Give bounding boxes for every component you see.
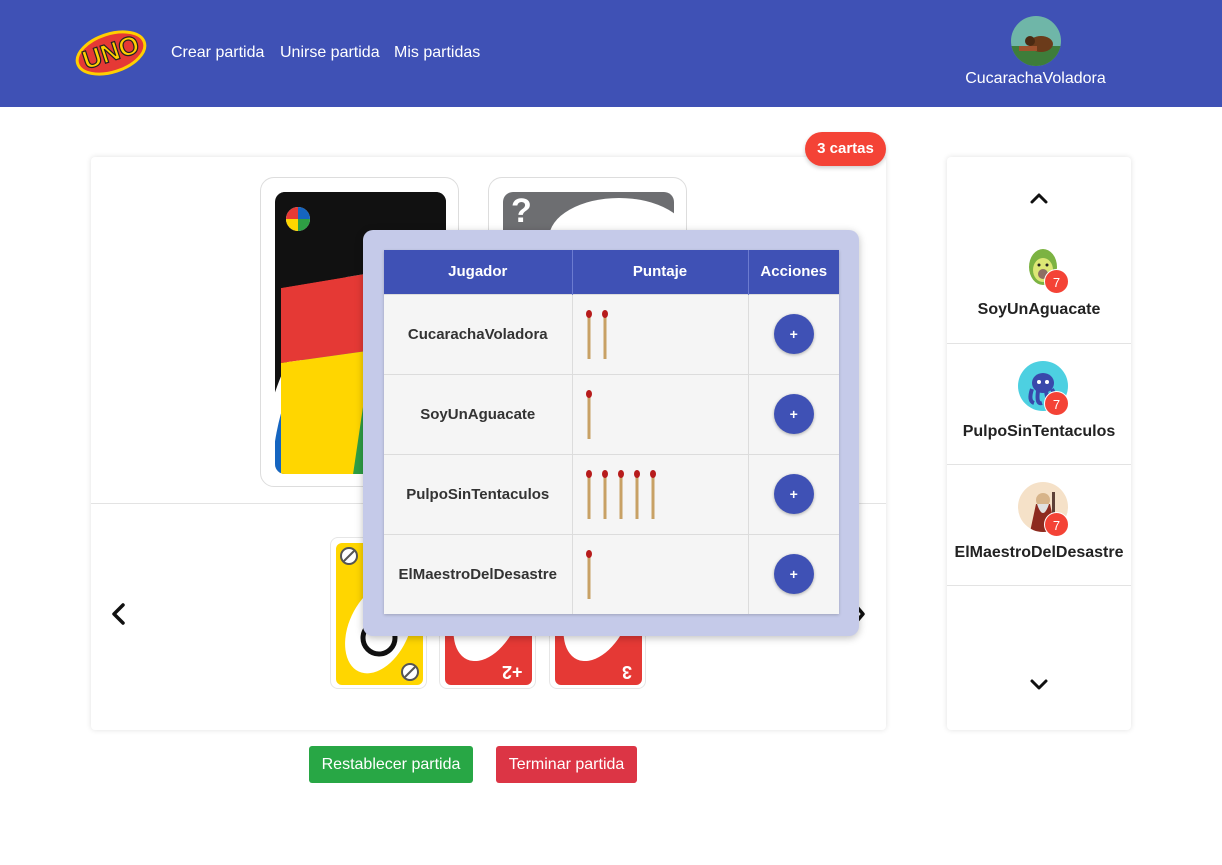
- score-row: ElMaestroDelDesastre +: [384, 533, 839, 614]
- matchstick-icon: [649, 470, 656, 519]
- header-player: Jugador: [384, 250, 573, 294]
- player-slot[interactable]: 7 ElMaestroDelDesastre: [947, 464, 1131, 585]
- player-slot[interactable]: 7 SoyUnAguacate: [947, 222, 1131, 343]
- player-name: SoyUnAguacate: [977, 301, 1101, 318]
- player-name: PulpoSinTentaculos: [962, 423, 1116, 440]
- score-player-name: SoyUnAguacate: [384, 373, 573, 454]
- score-matches: [572, 453, 749, 534]
- end-game-button[interactable]: Terminar partida: [496, 746, 637, 783]
- nav-my-games[interactable]: Mis partidas: [394, 44, 480, 62]
- add-point-button[interactable]: +: [773, 394, 814, 434]
- matchstick-icon: [601, 310, 608, 359]
- nav-create-game[interactable]: Crear partida: [171, 44, 264, 62]
- user-name[interactable]: CucarachaVoladora: [950, 70, 1121, 88]
- user-avatar[interactable]: [1011, 16, 1061, 66]
- chevron-up-icon[interactable]: [1027, 190, 1051, 206]
- player-card-count: 7: [1044, 269, 1069, 294]
- add-point-button[interactable]: +: [773, 314, 814, 354]
- score-actions: +: [748, 373, 839, 454]
- score-row: PulpoSinTentaculos +: [384, 453, 839, 534]
- chevron-down-icon[interactable]: [1027, 677, 1051, 693]
- player-card-count: 7: [1044, 391, 1069, 416]
- score-player-name: ElMaestroDelDesastre: [384, 533, 573, 614]
- score-player-name: PulpoSinTentaculos: [384, 453, 573, 534]
- nav-join-game[interactable]: Unirse partida: [280, 44, 380, 62]
- score-table: Jugador Puntaje Acciones CucarachaVolado…: [384, 250, 839, 614]
- matchstick-icon: [585, 470, 592, 519]
- hand-card-label: +2: [502, 662, 523, 682]
- chevron-left-icon[interactable]: [108, 600, 130, 628]
- player-card-count: 7: [1044, 512, 1069, 537]
- score-matches: [572, 373, 749, 454]
- uno-logo[interactable]: UNO: [74, 26, 148, 80]
- score-matches: [572, 293, 749, 374]
- header-actions: Acciones: [748, 250, 839, 294]
- reset-game-button[interactable]: Restablecer partida: [309, 746, 473, 783]
- player-name: ElMaestroDelDesastre: [954, 544, 1124, 561]
- navbar: UNO Crear partida Unirse partida Mis par…: [0, 0, 1222, 107]
- add-point-button[interactable]: +: [773, 554, 814, 595]
- score-actions: +: [748, 533, 839, 614]
- add-point-button[interactable]: +: [773, 474, 814, 514]
- matchstick-icon: [585, 550, 592, 600]
- matchstick-icon: [585, 310, 592, 359]
- hand-card-label: 3: [622, 662, 632, 682]
- hidden-card-symbol: ?: [511, 192, 532, 230]
- slot-divider: [947, 585, 1131, 586]
- player-slot[interactable]: 7 PulpoSinTentaculos: [947, 343, 1131, 464]
- cockroach-avatar-icon: [1011, 16, 1061, 66]
- matchstick-icon: [585, 390, 592, 439]
- score-matches: [572, 533, 749, 614]
- matchstick-icon: [633, 470, 640, 519]
- score-actions: +: [748, 453, 839, 534]
- matchstick-icon: [601, 470, 608, 519]
- score-row: CucarachaVoladora +: [384, 293, 839, 374]
- score-player-name: CucarachaVoladora: [384, 293, 573, 374]
- header-score: Puntaje: [572, 250, 749, 294]
- score-row: SoyUnAguacate +: [384, 373, 839, 454]
- matchstick-icon: [617, 470, 624, 519]
- score-actions: +: [748, 293, 839, 374]
- cards-count-badge: 3 cartas: [805, 132, 886, 166]
